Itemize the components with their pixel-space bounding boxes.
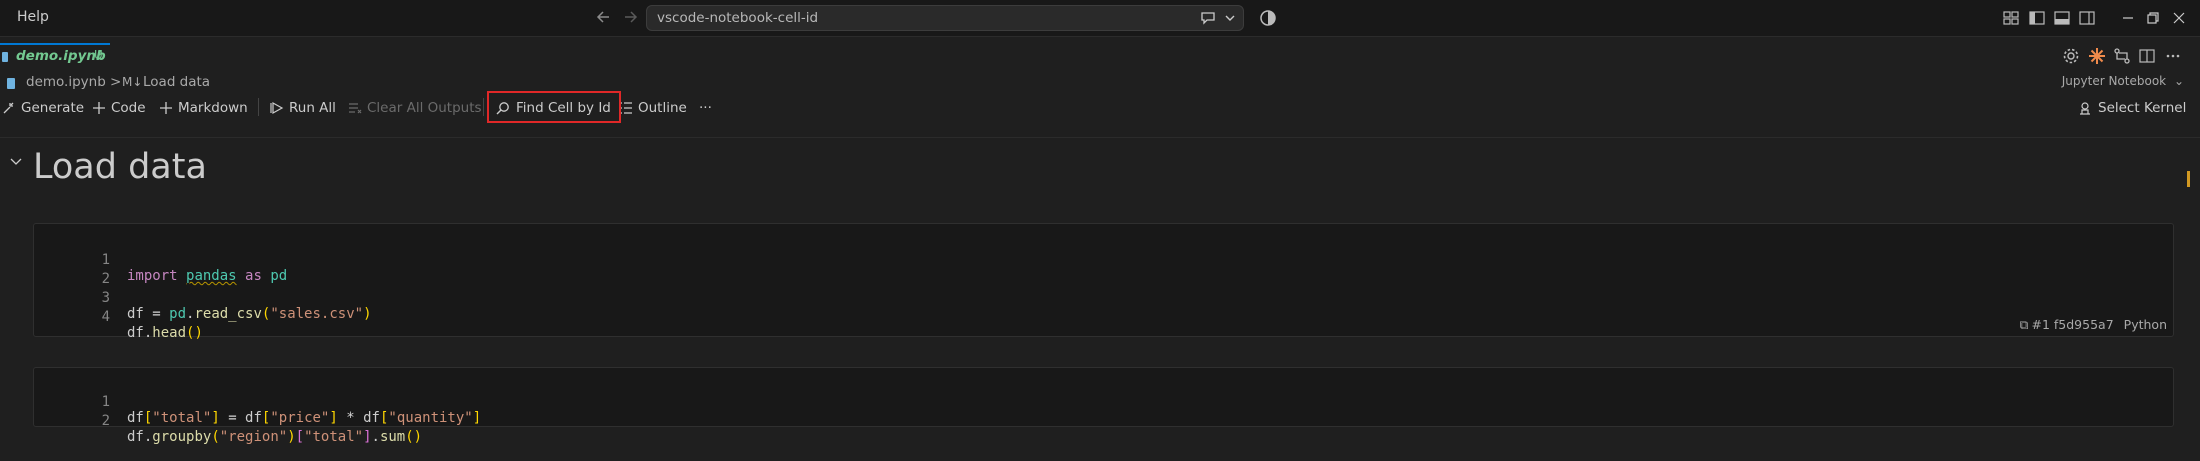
toggle-panel-icon[interactable] xyxy=(2052,8,2072,28)
breadcrumb-section[interactable]: Load data xyxy=(143,74,210,90)
clear-all-outputs-button[interactable]: Clear All Outputs xyxy=(348,99,482,119)
clear-all-icon xyxy=(349,103,362,114)
outline-icon xyxy=(620,102,632,114)
untracked-badge: U xyxy=(94,48,103,62)
restore-icon[interactable] xyxy=(2142,7,2164,29)
more-actions-icon[interactable] xyxy=(2163,46,2183,66)
code-line[interactable]: 1 import pandas as pd xyxy=(34,236,288,284)
code-line[interactable]: 1 df["total"] = df["price"] * df["quanti… xyxy=(34,378,482,426)
tab-title: demo.ipynb xyxy=(16,48,106,64)
code-line[interactable]: 2 xyxy=(34,255,110,287)
find-cell-highlight-box xyxy=(487,91,621,123)
outline-button[interactable]: Outline xyxy=(619,99,687,119)
command-center[interactable]: vscode-notebook-cell-id xyxy=(646,5,1244,31)
toolbar-divider xyxy=(0,137,2200,138)
editor-tab-bar: demo.ipynb U xyxy=(0,43,2200,69)
line-number: 2 xyxy=(101,271,110,287)
notebook-file-icon xyxy=(2,52,8,62)
title-bar: Help vscode-notebook-cell-id xyxy=(0,0,2200,37)
customize-layout-icon[interactable] xyxy=(2001,8,2021,28)
clear-all-outputs-label: Clear All Outputs xyxy=(367,100,482,116)
code-text: df.groupby("region")["total"].sum() xyxy=(127,429,423,445)
copy-icon[interactable]: ⧉ xyxy=(2020,317,2029,332)
toggle-secondary-sidebar-icon[interactable] xyxy=(2077,8,2097,28)
select-kernel-button[interactable]: Select Kernel xyxy=(2078,99,2187,119)
kernel-icon xyxy=(2080,102,2090,115)
toolbar-separator xyxy=(258,98,259,116)
code-cell[interactable]: 1 df["total"] = df["price"] * df["quanti… xyxy=(33,367,2174,445)
line-number: 1 xyxy=(101,252,110,268)
close-icon[interactable] xyxy=(2168,7,2190,29)
gear-icon[interactable] xyxy=(2061,46,2081,66)
code-line[interactable]: 3 df = pd.read_csv("sales.csv") xyxy=(34,274,372,322)
run-all-label: Run All xyxy=(289,100,336,116)
sparkle-icon[interactable] xyxy=(2087,46,2107,66)
run-all-icon xyxy=(270,101,284,115)
markdown-label: Markdown xyxy=(178,100,248,116)
command-center-text: vscode-notebook-cell-id xyxy=(657,10,819,26)
plus-icon xyxy=(160,102,172,114)
add-code-cell-button[interactable]: Code xyxy=(92,99,146,119)
markdown-icon: M↓ xyxy=(122,75,143,89)
scrollbar-marker xyxy=(2187,171,2190,187)
chevron-down-icon[interactable] xyxy=(1223,10,1237,26)
more-toolbar-actions-button[interactable]: ··· xyxy=(699,99,719,119)
code-text: import pandas as pd xyxy=(127,268,288,284)
plus-icon xyxy=(93,102,105,114)
toolbar-separator xyxy=(483,98,484,116)
copilot-icon[interactable] xyxy=(1258,8,1278,28)
generate-label: Generate xyxy=(21,100,85,116)
markdown-heading: Load data xyxy=(33,147,207,187)
tab-demo-ipynb[interactable]: demo.ipynb U xyxy=(0,43,110,69)
select-kernel-label: Select Kernel xyxy=(2098,100,2187,116)
notebook-toolbar: Generate Code Markdown Run All Clear All… xyxy=(0,94,2200,122)
compare-changes-icon[interactable] xyxy=(2112,46,2132,66)
add-markdown-cell-button[interactable]: Markdown xyxy=(159,99,249,119)
outline-label: Outline xyxy=(638,100,687,116)
forward-arrow-icon[interactable] xyxy=(619,6,641,28)
copilot-chat-icon[interactable] xyxy=(1199,10,1219,26)
collapse-chevron-icon[interactable] xyxy=(9,156,23,168)
menu-help[interactable]: Help xyxy=(17,9,49,25)
line-number: 1 xyxy=(101,394,110,410)
code-label: Code xyxy=(111,100,146,116)
notebook-file-icon xyxy=(7,78,15,89)
sparkle-icon xyxy=(3,102,14,114)
code-text: df.head() xyxy=(127,325,203,341)
line-number: 4 xyxy=(101,309,110,325)
back-arrow-icon[interactable] xyxy=(593,6,615,28)
line-number: 3 xyxy=(101,290,110,306)
cell-language[interactable]: Python xyxy=(2124,317,2167,332)
run-all-button[interactable]: Run All xyxy=(270,99,336,119)
code-line[interactable]: 4 df.head() xyxy=(34,293,203,341)
code-text: df = pd.read_csv("sales.csv") xyxy=(127,306,372,322)
breadcrumb-file[interactable]: demo.ipynb xyxy=(26,74,106,90)
more-label: ··· xyxy=(699,100,712,116)
split-editor-icon[interactable] xyxy=(2137,46,2157,66)
notebook-type-label: Jupyter Notebook xyxy=(2061,74,2167,88)
minimize-icon[interactable] xyxy=(2117,7,2139,29)
toggle-primary-sidebar-icon[interactable] xyxy=(2027,8,2047,28)
cell-id[interactable]: #1 f5d955a7 xyxy=(2031,317,2113,332)
chevron-down-icon: ⌄ xyxy=(2173,74,2184,88)
breadcrumb-separator: > xyxy=(110,74,122,90)
notebook-type-picker[interactable]: Jupyter Notebook ⌄ xyxy=(2062,74,2184,88)
code-text: df["total"] = df["price"] * df["quantity… xyxy=(127,410,482,426)
line-number: 2 xyxy=(101,413,110,429)
code-line[interactable]: 2 df.groupby("region")["total"].sum() xyxy=(34,397,423,445)
code-cell[interactable]: 1 import pandas as pd 2 3 df = pd.read_c… xyxy=(33,223,2174,341)
generate-button[interactable]: Generate xyxy=(2,99,84,119)
cell-status-bar: ⧉ #1 f5d955a7 Python xyxy=(2010,317,2167,333)
